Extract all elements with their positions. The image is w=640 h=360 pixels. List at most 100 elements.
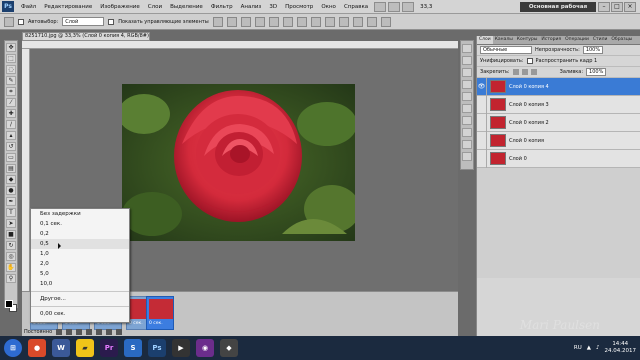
auto-align-icon[interactable] [380, 16, 391, 27]
language-indicator[interactable]: RU [574, 345, 582, 351]
distribute-middle-icon[interactable] [310, 16, 321, 27]
delay-option-2[interactable]: 2,0 [31, 259, 129, 269]
layer-row[interactable]: Слой 0 [477, 149, 640, 168]
menu-image[interactable]: Изображение [96, 4, 144, 10]
lasso-tool-icon[interactable]: ◌ [6, 65, 16, 74]
tab-styles[interactable]: Стили [591, 36, 610, 44]
styles-panel-icon[interactable] [462, 104, 472, 113]
camtasia-icon[interactable]: ◉ [196, 339, 214, 357]
mini-bridge-button[interactable] [388, 1, 401, 12]
duplicate-frame-icon[interactable] [106, 329, 113, 335]
distribute-left-icon[interactable] [338, 16, 349, 27]
autoselect-dropdown[interactable]: Слой [62, 17, 105, 26]
close-icon[interactable]: × [624, 2, 636, 12]
hand-tool-icon[interactable]: ✋ [6, 263, 16, 272]
eye-icon[interactable] [477, 95, 487, 114]
chrome-icon[interactable]: ● [28, 339, 46, 357]
move-tool-icon[interactable]: ✥ [6, 43, 16, 52]
delay-option-other[interactable]: Другое... [31, 294, 129, 304]
menu-help[interactable]: Справка [340, 4, 372, 10]
tab-swatches[interactable]: Образцы [609, 36, 634, 44]
3d-orbit-tool-icon[interactable]: ◎ [6, 252, 16, 261]
premiere-icon[interactable]: Pr [100, 339, 118, 357]
color-panel-icon[interactable] [462, 80, 472, 89]
pen-tool-icon[interactable]: ✒ [6, 197, 16, 206]
tab-layers[interactable]: Слои [477, 36, 493, 44]
gradient-tool-icon[interactable]: ▤ [6, 164, 16, 173]
layer-row[interactable]: Слой 0 копия [477, 131, 640, 150]
quick-select-tool-icon[interactable]: ✎ [6, 76, 16, 85]
maximize-icon[interactable]: □ [611, 2, 623, 12]
align-left-icon[interactable] [254, 16, 265, 27]
clock[interactable]: 14:44 24.04.2017 [605, 341, 637, 355]
tween-icon[interactable] [96, 329, 103, 335]
blur-tool-icon[interactable]: ◆ [6, 175, 16, 184]
history-brush-tool-icon[interactable]: ↺ [6, 142, 16, 151]
show-transform-checkbox[interactable] [108, 18, 115, 25]
layer-row[interactable]: 👁 Слой 0 копия 4 [477, 77, 640, 96]
layer-row[interactable]: Слой 0 копия 3 [477, 95, 640, 114]
align-right-icon[interactable] [282, 16, 293, 27]
eye-icon[interactable] [477, 131, 487, 150]
bridge-button[interactable] [374, 1, 387, 12]
delay-option-10[interactable]: 10,0 [31, 279, 129, 289]
distribute-bottom-icon[interactable] [324, 16, 335, 27]
previous-frame-icon[interactable] [66, 329, 73, 335]
eraser-tool-icon[interactable]: ▭ [6, 153, 16, 162]
delay-option-1[interactable]: 1,0 [31, 249, 129, 259]
skype-icon[interactable]: S [124, 339, 142, 357]
distribute-top-icon[interactable] [296, 16, 307, 27]
workspace-switcher[interactable]: Основная рабочая среда [520, 2, 596, 20]
zoom-level[interactable]: 33,3 [420, 4, 432, 10]
menu-edit[interactable]: Редактирование [40, 4, 96, 10]
anim-frame-5[interactable]: 0 сек. [146, 296, 174, 330]
menu-file[interactable]: Файл [17, 4, 40, 10]
start-icon[interactable]: ⊞ [4, 339, 22, 357]
zoom-tool-icon[interactable]: ⚲ [6, 274, 16, 283]
document-tab[interactable]: 8251710.jpg @ 33,3% (Слой 0 копия 4, RGB… [22, 32, 150, 41]
minimize-icon[interactable]: – [598, 2, 610, 12]
stamp-tool-icon[interactable]: ▴ [6, 131, 16, 140]
delay-option-0-2[interactable]: 0,2 [31, 229, 129, 239]
frame-delay[interactable]: 0 сек. [129, 321, 143, 326]
info-panel-icon[interactable] [462, 68, 472, 77]
clone-source-panel-icon[interactable] [462, 152, 472, 161]
menu-layers[interactable]: Слои [144, 4, 166, 10]
autoselect-checkbox[interactable] [18, 18, 24, 25]
menu-filter[interactable]: Фильтр [207, 4, 237, 10]
frame-delay[interactable]: 0 сек. [149, 321, 163, 326]
lock-position-icon[interactable] [521, 69, 528, 75]
eye-icon[interactable] [477, 149, 487, 168]
menu-view[interactable]: Просмотр [281, 4, 317, 10]
menu-window[interactable]: Окно [317, 4, 340, 10]
history-panel-icon[interactable] [462, 44, 472, 53]
eye-icon[interactable] [477, 113, 487, 132]
photoshop-taskbar-icon[interactable]: Ps [148, 339, 166, 357]
swatches-panel-icon[interactable] [462, 92, 472, 101]
app-icon[interactable]: ◆ [220, 339, 238, 357]
propagate-checkbox[interactable] [526, 58, 533, 64]
adjustments-panel-icon[interactable] [462, 116, 472, 125]
brush-panel-icon[interactable] [462, 140, 472, 149]
delay-option-5[interactable]: 5,0 [31, 269, 129, 279]
lock-pixels-icon[interactable] [512, 69, 519, 75]
crop-tool-icon[interactable]: ⌗ [6, 87, 16, 96]
eye-icon[interactable]: 👁 [477, 77, 487, 96]
brush-tool-icon[interactable]: ∕ [6, 120, 16, 129]
type-tool-icon[interactable]: T [6, 208, 16, 217]
word-icon[interactable]: W [52, 339, 70, 357]
layer-row[interactable]: Слой 0 копия 2 [477, 113, 640, 132]
menu-3d[interactable]: 3D [265, 4, 281, 10]
menu-analysis[interactable]: Анализ [237, 4, 266, 10]
distribute-center-icon[interactable] [352, 16, 363, 27]
path-select-tool-icon[interactable]: ➤ [6, 219, 16, 228]
tab-history[interactable]: История [539, 36, 563, 44]
align-bottom-icon[interactable] [240, 16, 251, 27]
fill-field[interactable]: 100% [586, 68, 607, 76]
delay-option-current[interactable]: 0,00 сек. [31, 309, 129, 319]
tab-channels[interactable]: Каналы [493, 36, 515, 44]
marquee-tool-icon[interactable]: ⬚ [6, 54, 16, 63]
extras-button[interactable] [402, 1, 415, 12]
align-center-icon[interactable] [268, 16, 279, 27]
opacity-field[interactable]: 100% [582, 46, 604, 54]
